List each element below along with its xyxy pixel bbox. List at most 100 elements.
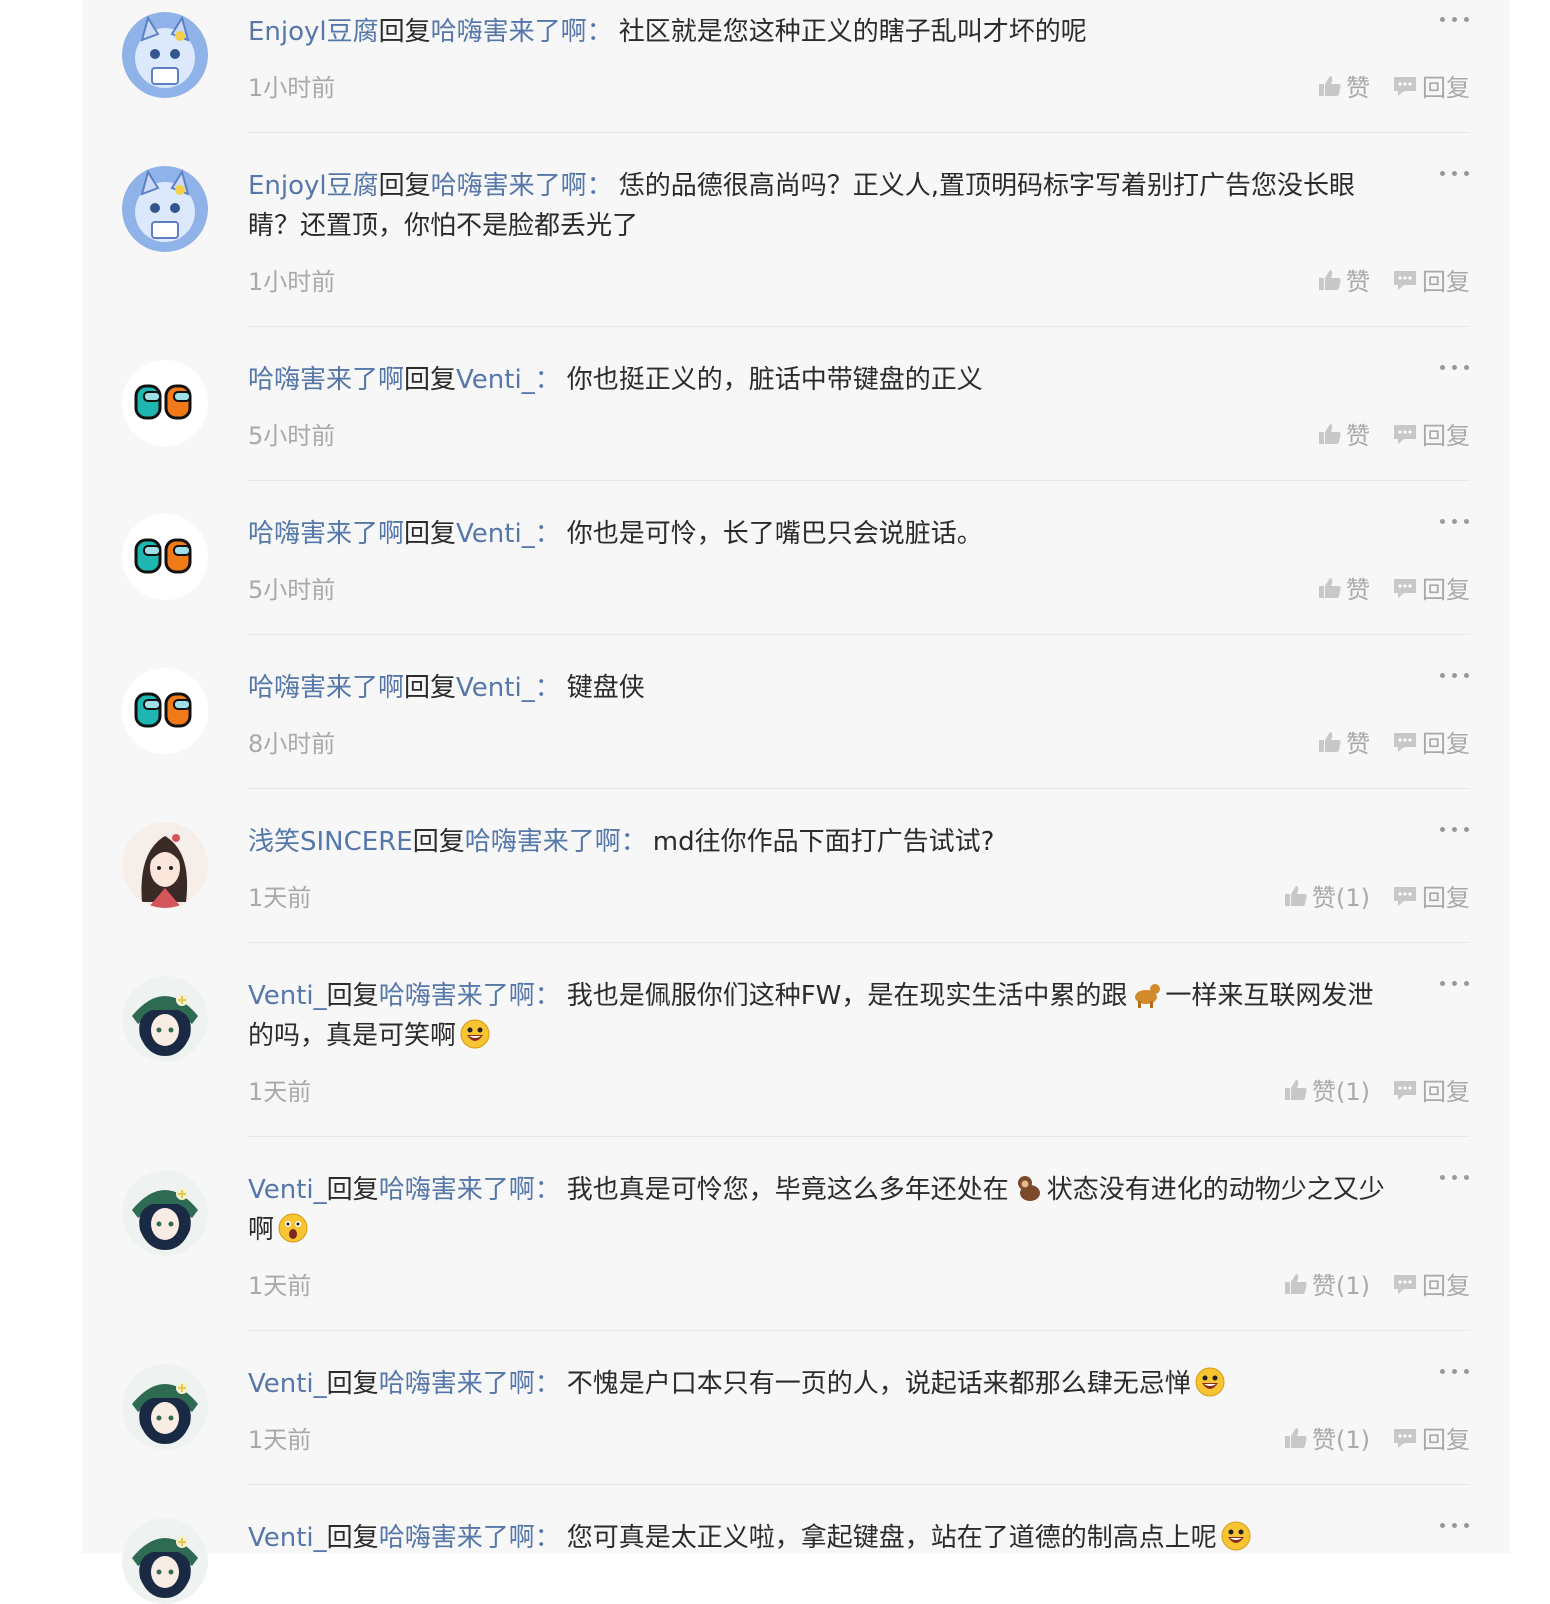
timestamp: 1天前: [248, 1078, 312, 1106]
author-link[interactable]: 哈嗨害来了啊: [248, 519, 404, 549]
avatar[interactable]: [122, 668, 208, 754]
like-label: 赞: [1346, 422, 1370, 450]
timestamp: 1天前: [248, 1426, 312, 1454]
more-options-button[interactable]: [1440, 362, 1470, 372]
colon: ：: [534, 365, 561, 395]
more-options-button[interactable]: [1440, 670, 1470, 680]
like-button[interactable]: 赞(1): [1284, 1420, 1370, 1455]
target-user-link[interactable]: Venti_: [456, 673, 535, 703]
divider: [248, 788, 1470, 789]
divider: [248, 1330, 1470, 1331]
comment-actions: 赞 回复: [1318, 262, 1470, 297]
reply-label: 回复: [1422, 884, 1470, 912]
reply-word: 回复: [326, 981, 379, 1011]
divider: [248, 1136, 1470, 1137]
reply-button[interactable]: 回复: [1392, 68, 1470, 103]
target-user-link[interactable]: 哈嗨害来了啊: [379, 1175, 535, 1205]
comment-line: 哈嗨害来了啊回复Venti_： 键盘侠: [248, 668, 1398, 708]
reply-button[interactable]: 回复: [1392, 416, 1470, 451]
comment-actions: 赞(1) 回复: [1284, 1072, 1470, 1107]
reply-button[interactable]: 回复: [1392, 1266, 1470, 1301]
colon: ：: [586, 171, 613, 201]
more-options-button[interactable]: [1440, 1520, 1470, 1530]
reply-label: 回复: [1422, 74, 1470, 102]
colon: ：: [534, 981, 561, 1011]
like-label: 赞: [1346, 730, 1370, 758]
comment-bubble-icon: [1394, 1080, 1416, 1100]
comment-line: 浅笑SINCERE回复哈嗨害来了啊： md往你作品下面打广告试试?: [248, 822, 1398, 862]
avatar[interactable]: [122, 1170, 208, 1256]
timestamp: 5小时前: [248, 576, 336, 604]
author-link[interactable]: Enjoyl豆腐: [248, 17, 379, 47]
colon: ：: [534, 519, 561, 549]
comment-text: 我也是佩服你们这种FW，是在现实生活中累的跟: [566, 981, 1128, 1011]
comment-bubble-icon: [1394, 270, 1416, 290]
target-user-link[interactable]: 哈嗨害来了啊: [465, 827, 621, 857]
reply-word: 回复: [404, 673, 457, 703]
more-options-button[interactable]: [1440, 14, 1470, 24]
timestamp: 1天前: [248, 884, 312, 912]
like-button[interactable]: 赞(1): [1284, 1072, 1370, 1107]
more-options-button[interactable]: [1440, 1172, 1470, 1182]
timestamp: 1小时前: [248, 74, 336, 102]
more-options-button[interactable]: [1440, 978, 1470, 988]
like-button[interactable]: 赞: [1318, 262, 1370, 297]
avatar[interactable]: [122, 1518, 208, 1604]
author-link[interactable]: Venti_: [248, 1369, 327, 1399]
like-button[interactable]: 赞: [1318, 416, 1370, 451]
comment-body: Enjoyl豆腐回复哈嗨害来了啊： 恁的品德很高尚吗？正义人,置顶明码标字写着别打…: [248, 166, 1398, 246]
grin-emoji-icon: [460, 1019, 490, 1049]
author-link[interactable]: Venti_: [248, 1175, 327, 1205]
venti-avatar-icon: [122, 1364, 208, 1450]
avatar[interactable]: [122, 514, 208, 600]
reply-button[interactable]: 回复: [1392, 1072, 1470, 1107]
comment-text: 你也是可怜，长了嘴巴只会说脏话。: [566, 519, 983, 549]
author-link[interactable]: Venti_: [248, 981, 327, 1011]
avatar[interactable]: [122, 360, 208, 446]
avatar[interactable]: [122, 822, 208, 908]
avatar[interactable]: [122, 976, 208, 1062]
colon: ：: [620, 827, 647, 857]
grin-emoji-icon: [1195, 1367, 1225, 1397]
more-options-button[interactable]: [1440, 1366, 1470, 1376]
author-link[interactable]: 哈嗨害来了啊: [248, 365, 404, 395]
like-button[interactable]: 赞(1): [1284, 1266, 1370, 1301]
target-user-link[interactable]: 哈嗨害来了啊: [379, 1523, 535, 1553]
avatar[interactable]: [122, 1364, 208, 1450]
target-user-link[interactable]: 哈嗨害来了啊: [379, 981, 535, 1011]
author-link[interactable]: 哈嗨害来了啊: [248, 673, 404, 703]
target-user-link[interactable]: 哈嗨害来了啊: [431, 171, 587, 201]
more-options-button[interactable]: [1440, 168, 1470, 178]
comment-text: md往你作品下面打广告试试?: [652, 827, 995, 857]
timestamp: 8小时前: [248, 730, 336, 758]
avatar[interactable]: [122, 166, 208, 252]
target-user-link[interactable]: 哈嗨害来了啊: [431, 17, 587, 47]
comment-bubble-icon: [1394, 578, 1416, 598]
target-user-link[interactable]: Venti_: [456, 365, 535, 395]
comment-actions: 赞(1) 回复: [1284, 1420, 1470, 1455]
reply-button[interactable]: 回复: [1392, 878, 1470, 913]
like-button[interactable]: 赞: [1318, 570, 1370, 605]
like-button[interactable]: 赞: [1318, 68, 1370, 103]
like-button[interactable]: 赞(1): [1284, 878, 1370, 913]
more-options-button[interactable]: [1440, 824, 1470, 834]
reply-button[interactable]: 回复: [1392, 1420, 1470, 1455]
target-user-link[interactable]: 哈嗨害来了啊: [379, 1369, 535, 1399]
thumbs-up-icon: [1285, 1273, 1307, 1294]
target-user-link[interactable]: Venti_: [456, 519, 535, 549]
author-link[interactable]: Venti_: [248, 1523, 327, 1553]
reply-word: 回复: [378, 17, 431, 47]
reply-button[interactable]: 回复: [1392, 262, 1470, 297]
comment-bubble-icon: [1394, 732, 1416, 752]
comment-line: Venti_回复哈嗨害来了啊： 您可真是太正义啦，拿起键盘，站在了道德的制高点上呢: [248, 1518, 1398, 1558]
comment-actions: 赞 回复: [1318, 416, 1470, 451]
reply-button[interactable]: 回复: [1392, 570, 1470, 605]
author-link[interactable]: Enjoyl豆腐: [248, 171, 379, 201]
like-button[interactable]: 赞: [1318, 724, 1370, 759]
more-options-button[interactable]: [1440, 516, 1470, 526]
author-link[interactable]: 浅笑SINCERE: [248, 827, 413, 857]
avatar[interactable]: [122, 12, 208, 98]
reply-button[interactable]: 回复: [1392, 724, 1470, 759]
reply-label: 回复: [1422, 576, 1470, 604]
comment-body: Enjoyl豆腐回复哈嗨害来了啊： 社区就是您这种正义的瞎子乱叫才坏的呢: [248, 12, 1398, 52]
